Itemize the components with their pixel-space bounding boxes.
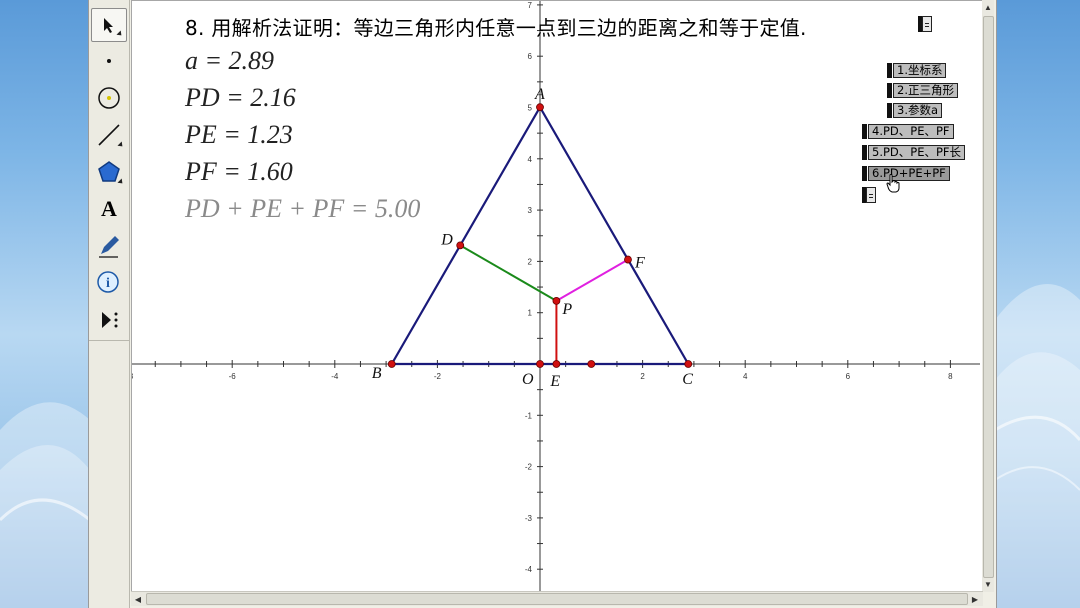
label-f: F — [634, 255, 645, 272]
line-tool[interactable] — [91, 118, 127, 152]
segment-pd — [459, 244, 557, 302]
y-tick-label: 2 — [528, 257, 533, 266]
point-c — [684, 360, 693, 368]
marker-icon — [99, 236, 119, 258]
label-o: O — [522, 371, 534, 388]
label-a: A — [534, 86, 545, 103]
point-o — [536, 360, 544, 368]
x-tick-label: -8 — [132, 372, 134, 381]
scroll-right-icon[interactable]: ▶ — [969, 593, 981, 605]
label-p: P — [561, 301, 572, 318]
button-label: 1.坐标系 — [893, 63, 947, 78]
show-sum-button[interactable]: 6.PD+PE+PF — [862, 166, 950, 181]
x-tick-label: 4 — [743, 372, 748, 381]
label-b: B — [372, 365, 382, 382]
y-tick-label: -2 — [525, 463, 533, 472]
point-icon — [107, 59, 111, 63]
scroll-down-icon[interactable]: ▼ — [982, 578, 994, 590]
custom-tools-icon — [102, 312, 118, 328]
desktop-background-left — [0, 0, 90, 608]
marker-tool[interactable] — [91, 229, 127, 263]
y-tick-label: 3 — [528, 206, 533, 215]
point-q — [587, 360, 596, 368]
svg-text:i: i — [106, 276, 110, 291]
show-coordinate-system-button[interactable]: 1.坐标系 — [887, 63, 947, 78]
scroll-left-icon[interactable]: ◀ — [132, 593, 144, 605]
vertical-scrollbar[interactable]: ▲ ▼ — [982, 0, 994, 592]
label-e: E — [549, 373, 560, 390]
arrow-icon — [104, 18, 113, 33]
show-parameter-a-button[interactable]: 3.参数a — [887, 103, 943, 118]
point-f — [624, 255, 632, 264]
scroll-up-icon[interactable]: ▲ — [982, 1, 994, 13]
show-equilateral-triangle-button[interactable]: 2.正三角形 — [887, 83, 958, 98]
button-label: 2.正三角形 — [893, 83, 958, 98]
polygon-tool[interactable] — [91, 155, 127, 189]
segment-pf — [555, 258, 629, 302]
measurement-pe[interactable]: PE = 1.23 — [185, 120, 293, 150]
info-icon: i — [97, 271, 119, 293]
measurement-a[interactable]: a = 2.89 — [185, 46, 274, 76]
y-tick-label: -3 — [525, 514, 533, 523]
label-d: D — [440, 231, 453, 248]
sketchpad-window: A i -8 -6 -4 -2 2 4 6 8 7 6 5 4 3 2 1 -1 -2 -3 -4 A B C D E F P O … — [88, 0, 997, 608]
text-tool[interactable]: A — [91, 192, 127, 226]
toolbox-divider — [89, 340, 129, 341]
vertical-scroll-thumb[interactable] — [983, 16, 994, 578]
custom-tool[interactable] — [91, 303, 127, 337]
y-tick-label: -1 — [525, 411, 533, 420]
hide-all-button[interactable] — [862, 187, 876, 203]
measurement-pd[interactable]: PD = 2.16 — [185, 83, 296, 113]
button-label: 5.PD、PE、PF长 — [868, 145, 966, 160]
x-tick-label: 2 — [640, 372, 645, 381]
y-tick-label: 5 — [528, 104, 533, 113]
y-tick-label: 6 — [528, 52, 533, 61]
button-label: 4.PD、PE、PF — [868, 124, 954, 139]
desktop-background-right — [995, 0, 1080, 608]
hand-cursor-icon — [886, 174, 900, 193]
arrow-tool[interactable] — [91, 8, 127, 42]
point-d — [456, 241, 465, 250]
y-tick-label: -4 — [525, 565, 533, 574]
show-segments-button[interactable]: 4.PD、PE、PF — [862, 124, 954, 139]
measurement-pf[interactable]: PF = 1.60 — [185, 157, 293, 187]
horizontal-scroll-thumb[interactable] — [146, 593, 968, 605]
x-tick-label: 6 — [846, 372, 851, 381]
problem-title: 8. 用解析法证明：等边三角形内任意一点到三边的距离之和等于定值. — [185, 16, 807, 40]
y-tick-label: 7 — [528, 1, 533, 10]
x-tick-label: 8 — [948, 372, 953, 381]
title-hide-button[interactable] — [918, 16, 932, 32]
button-label: 6.PD+PE+PF — [868, 166, 950, 181]
point-b — [387, 360, 396, 368]
show-lengths-button[interactable]: 5.PD、PE、PF长 — [862, 145, 966, 160]
horizontal-scrollbar[interactable]: ◀ ▶ — [131, 591, 983, 606]
toolbox: A i — [89, 0, 130, 608]
y-tick-label: 4 — [528, 155, 533, 164]
compass-tool[interactable] — [91, 81, 127, 115]
y-tick-label: 1 — [528, 309, 533, 318]
x-tick-label: -2 — [434, 372, 442, 381]
point-a — [536, 103, 544, 112]
measurement-sum[interactable]: PD + PE + PF = 5.00 — [185, 194, 420, 224]
sketch-canvas[interactable]: -8 -6 -4 -2 2 4 6 8 7 6 5 4 3 2 1 -1 -2 -3 -4 A B C D E F P O 8. 用… — [131, 0, 983, 592]
compass-icon — [98, 87, 120, 109]
point-tool[interactable] — [91, 44, 127, 78]
x-tick-label: -6 — [229, 372, 237, 381]
text-icon: A — [101, 196, 117, 221]
info-tool[interactable]: i — [91, 266, 127, 300]
point-e — [552, 360, 561, 368]
x-tick-label: -4 — [331, 372, 339, 381]
label-c: C — [682, 371, 693, 388]
button-label: 3.参数a — [893, 103, 943, 118]
point-p — [552, 297, 561, 305]
